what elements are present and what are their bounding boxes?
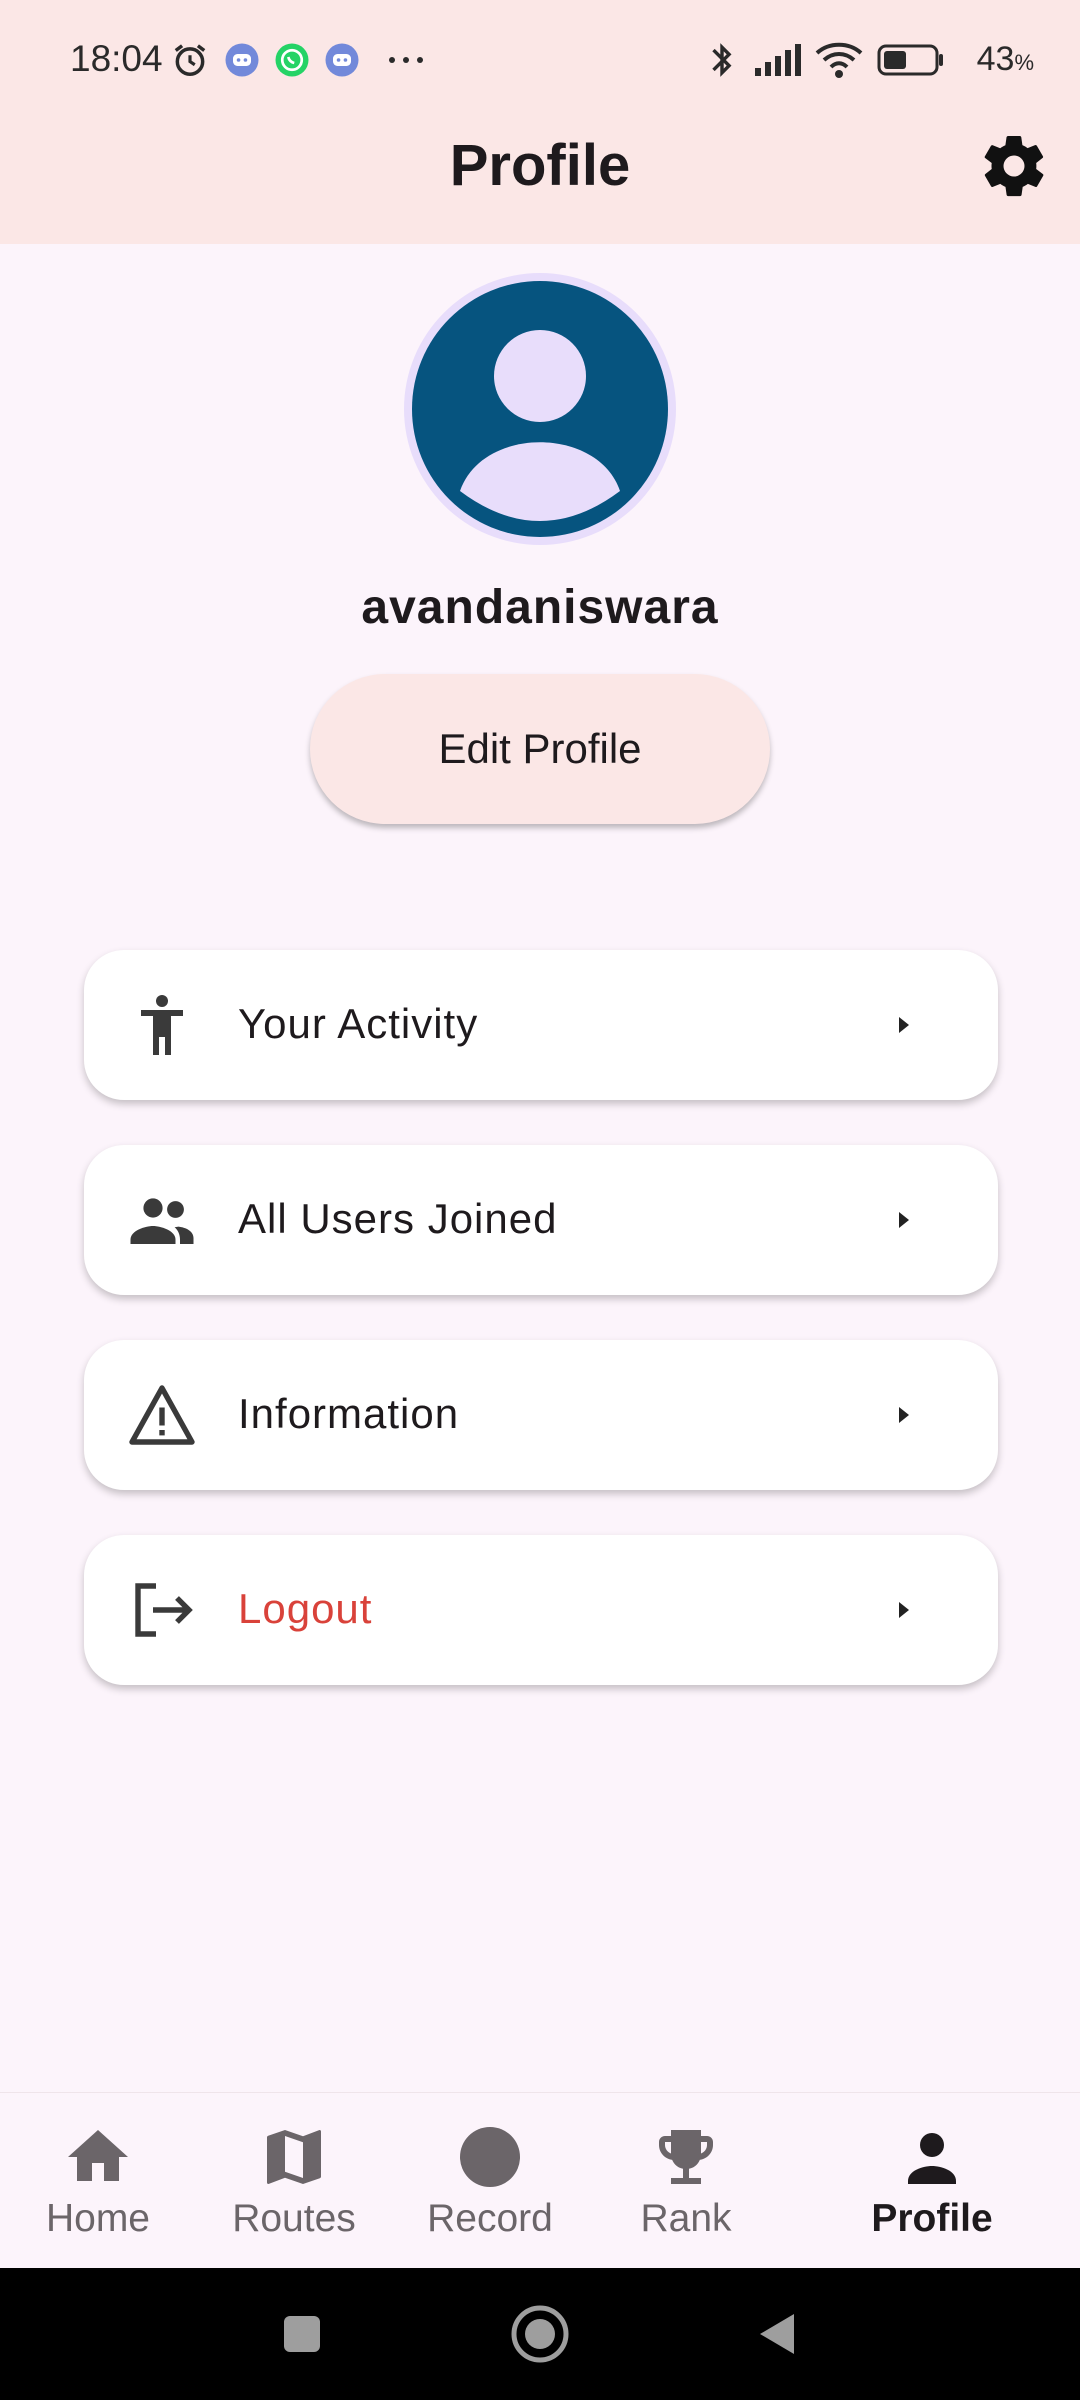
menu-item-all-users-joined[interactable]: All Users Joined bbox=[84, 1145, 998, 1295]
menu-item-label: Information bbox=[238, 1390, 460, 1437]
back-button[interactable] bbox=[746, 2302, 810, 2366]
system-navigation-bar bbox=[0, 2268, 1080, 2400]
person-placeholder-icon bbox=[460, 330, 620, 521]
status-time: 18:04 bbox=[70, 38, 163, 79]
record-icon bbox=[454, 2121, 526, 2193]
discord-icon bbox=[322, 40, 362, 80]
bluetooth-icon bbox=[702, 40, 742, 80]
whatsapp-icon bbox=[272, 40, 312, 80]
chevron-right-icon bbox=[891, 1402, 917, 1428]
more-icon bbox=[384, 40, 428, 80]
person-icon bbox=[896, 2121, 968, 2193]
nav-label: Record bbox=[427, 2197, 553, 2240]
circle-home-icon bbox=[511, 2305, 569, 2363]
avatar[interactable] bbox=[404, 273, 676, 545]
nav-item-profile[interactable]: Profile bbox=[856, 2093, 1008, 2269]
nav-item-rank[interactable]: Rank bbox=[612, 2093, 760, 2269]
home-button[interactable] bbox=[508, 2302, 572, 2366]
menu-item-label: Your Activity bbox=[238, 1000, 479, 1047]
discord-icon bbox=[222, 40, 262, 80]
edit-profile-button[interactable]: Edit Profile bbox=[310, 674, 770, 824]
wifi-icon bbox=[814, 40, 864, 80]
nav-label: Profile bbox=[871, 2197, 993, 2240]
chevron-right-icon bbox=[891, 1012, 917, 1038]
back-triangle-icon bbox=[760, 2314, 794, 2354]
nav-item-routes[interactable]: Routes bbox=[220, 2093, 368, 2269]
accessibility-icon bbox=[126, 989, 198, 1061]
menu-item-label: All Users Joined bbox=[238, 1195, 558, 1242]
username: avandaniswara bbox=[361, 581, 719, 634]
menu-item-label: Logout bbox=[238, 1585, 373, 1632]
battery-percent: 43% bbox=[976, 40, 1034, 78]
battery-icon bbox=[876, 40, 946, 80]
chevron-right-icon bbox=[891, 1597, 917, 1623]
signal-icon bbox=[752, 40, 802, 80]
menu-item-logout[interactable]: Logout bbox=[84, 1535, 998, 1685]
menu-item-your-activity[interactable]: Your Activity bbox=[84, 950, 998, 1100]
chevron-right-icon bbox=[891, 1207, 917, 1233]
status-bar: 18:04 43% bbox=[0, 0, 1080, 118]
logout-icon bbox=[126, 1574, 198, 1646]
profile-screen: 18:04 43% Profile avandaniswara Edit Pro… bbox=[0, 0, 1080, 2400]
square-icon bbox=[284, 2316, 320, 2352]
menu-item-information[interactable]: Information bbox=[84, 1340, 998, 1490]
nav-item-home[interactable]: Home bbox=[24, 2093, 172, 2269]
home-icon bbox=[62, 2121, 134, 2193]
map-icon bbox=[258, 2121, 330, 2193]
recents-button[interactable] bbox=[270, 2302, 334, 2366]
people-icon bbox=[126, 1184, 198, 1256]
nav-label: Routes bbox=[232, 2197, 356, 2240]
avatar-image bbox=[412, 281, 668, 537]
trophy-icon bbox=[650, 2121, 722, 2193]
nav-label: Rank bbox=[640, 2197, 732, 2240]
app-bar: Profile bbox=[0, 118, 1080, 244]
alarm-icon bbox=[170, 40, 210, 80]
nav-label: Home bbox=[45, 2197, 151, 2240]
bottom-navigation: Home Routes Record Rank Profile bbox=[0, 2092, 1080, 2268]
page-title: Profile bbox=[449, 133, 631, 198]
warning-icon bbox=[126, 1379, 198, 1451]
gear-icon bbox=[984, 135, 1044, 197]
nav-item-record[interactable]: Record bbox=[416, 2093, 564, 2269]
settings-button[interactable] bbox=[978, 130, 1050, 202]
